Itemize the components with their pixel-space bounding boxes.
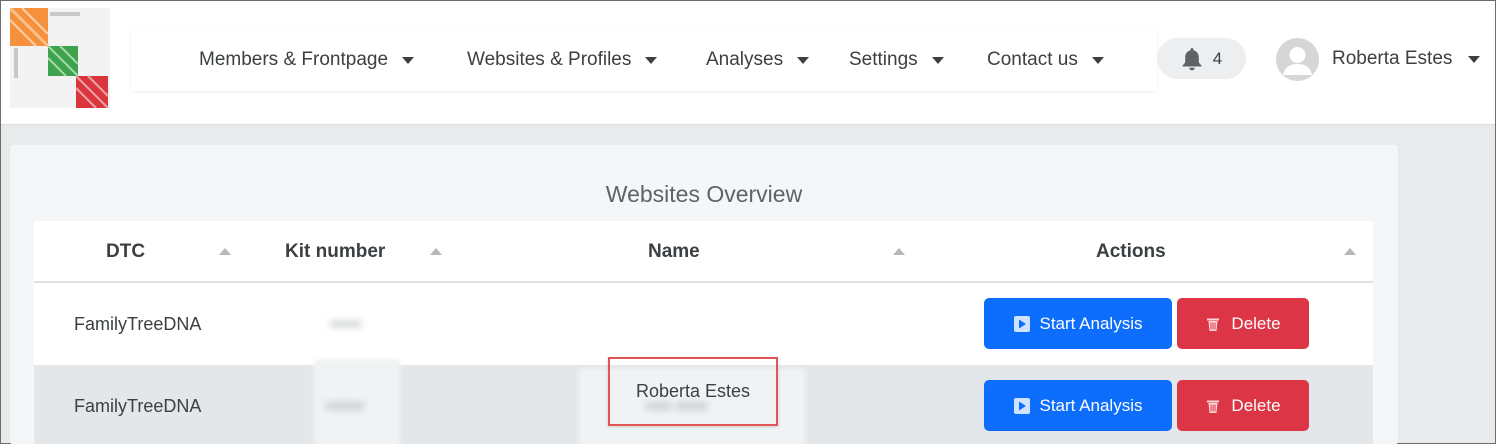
button-label: Start Analysis xyxy=(1039,395,1143,415)
main-nav: Members & Frontpage Websites & Profiles … xyxy=(131,29,1157,91)
avatar xyxy=(1276,37,1319,81)
nav-label: Websites & Profiles xyxy=(467,49,632,70)
sort-up-icon[interactable] xyxy=(430,248,442,255)
start-analysis-button[interactable]: Start Analysis xyxy=(984,380,1172,431)
cell-kit-number: •••••• xyxy=(326,395,364,416)
chevron-down-icon xyxy=(1091,56,1104,64)
site-logo[interactable] xyxy=(8,6,110,109)
button-label: Delete xyxy=(1231,313,1281,333)
nav-members-frontpage[interactable]: Members & Frontpage xyxy=(199,29,415,91)
sort-up-icon[interactable] xyxy=(893,248,905,255)
chevron-down-icon xyxy=(645,56,658,64)
table-header: DTC Kit number Name Actions xyxy=(34,221,1373,283)
cell-dtc: FamilyTreeDNA xyxy=(74,395,202,416)
notification-count: 4 xyxy=(1212,48,1223,68)
nav-label: Members & Frontpage xyxy=(199,49,389,70)
sort-up-icon[interactable] xyxy=(1344,248,1356,255)
button-label: Start Analysis xyxy=(1039,313,1143,333)
start-analysis-button[interactable]: Start Analysis xyxy=(984,298,1172,349)
delete-button[interactable]: Delete xyxy=(1177,298,1309,349)
play-icon xyxy=(1013,397,1030,414)
nav-contact-us[interactable]: Contact us xyxy=(987,29,1104,91)
column-header-kit-number[interactable]: Kit number xyxy=(285,221,385,283)
nav-label: Contact us xyxy=(987,49,1078,70)
card-title: Websites Overview xyxy=(605,181,803,207)
column-header-name[interactable]: Name xyxy=(648,221,700,283)
column-header-dtc[interactable]: DTC xyxy=(106,221,145,283)
trash-icon xyxy=(1207,318,1220,331)
play-icon xyxy=(1013,315,1030,332)
websites-overview-card: Websites Overview DTC Kit number Name Ac… xyxy=(10,145,1398,444)
top-navbar: Members & Frontpage Websites & Profiles … xyxy=(1,1,1495,125)
chevron-down-icon xyxy=(1468,55,1481,63)
sort-up-icon[interactable] xyxy=(219,248,231,255)
button-label: Delete xyxy=(1231,395,1281,415)
nav-websites-profiles[interactable]: Websites & Profiles xyxy=(467,29,658,91)
chevron-down-icon xyxy=(402,56,415,64)
nav-label: Settings xyxy=(849,49,918,70)
cell-dtc: FamilyTreeDNA xyxy=(74,313,202,334)
delete-button[interactable]: Delete xyxy=(1177,380,1309,431)
chevron-down-icon xyxy=(931,56,944,64)
chevron-down-icon xyxy=(797,56,810,64)
bell-icon xyxy=(1182,47,1202,70)
column-header-actions[interactable]: Actions xyxy=(1096,221,1166,283)
nav-settings[interactable]: Settings xyxy=(849,29,944,91)
highlighted-name-cell: Roberta Estes xyxy=(608,357,778,426)
websites-table: DTC Kit number Name Actions FamilyTreeDN… xyxy=(34,221,1373,444)
user-name: Roberta Estes xyxy=(1332,48,1453,69)
cell-name: Roberta Estes xyxy=(635,381,751,401)
nav-analyses[interactable]: Analyses xyxy=(706,29,810,91)
table-row: FamilyTreeDNA ••••• Start Analysis Delet… xyxy=(34,283,1373,365)
nav-label: Analyses xyxy=(706,49,784,70)
cell-kit-number: ••••• xyxy=(330,313,362,334)
trash-icon xyxy=(1207,400,1220,413)
user-menu[interactable]: Roberta Estes xyxy=(1276,37,1481,81)
notifications-button[interactable]: 4 xyxy=(1157,38,1246,79)
